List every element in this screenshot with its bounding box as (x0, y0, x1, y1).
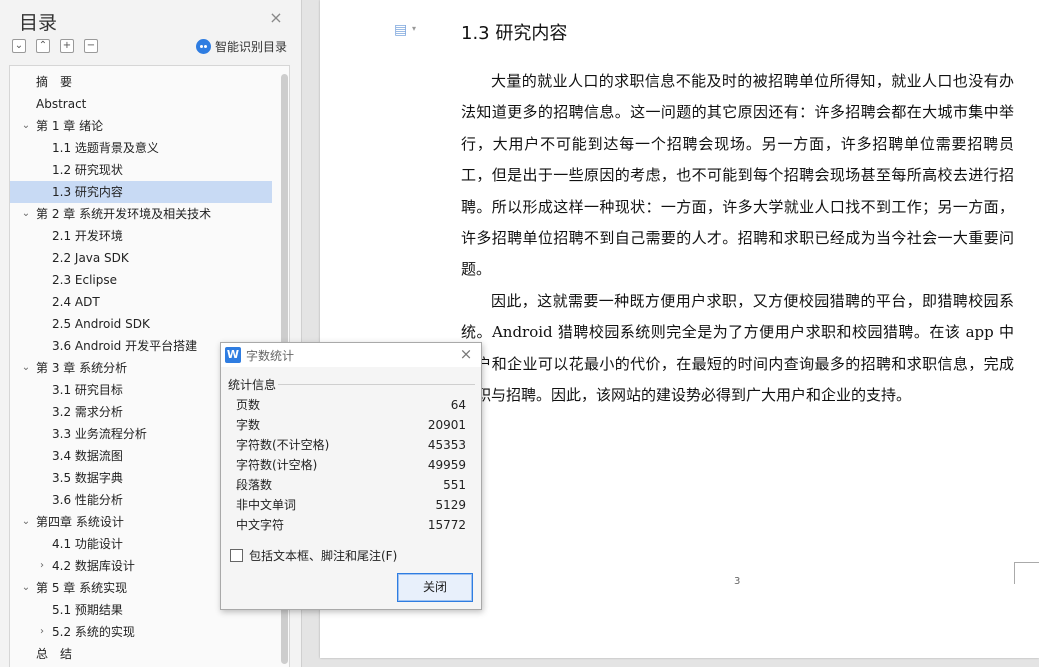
add-heading-button[interactable]: + (60, 39, 74, 53)
toc-item[interactable]: ⌄ 第 1 章 绪论 (10, 115, 272, 137)
toc-item-label: 1.2 研究现状 (52, 163, 123, 177)
toc-item-label: 3.2 需求分析 (52, 405, 123, 419)
toc-item-label: 2.5 Android SDK (52, 317, 150, 331)
stat-label: 字符数(不计空格) (236, 438, 330, 452)
chevron-right-icon[interactable]: › (36, 621, 48, 643)
toc-toolbar: ⌄ ⌃ + − (12, 39, 98, 53)
stat-row: 字数 20901 (236, 415, 466, 435)
stat-row: 段落数 551 (236, 475, 466, 495)
toc-item-label: 3.5 数据字典 (52, 471, 123, 485)
include-textbox-footnote-option[interactable]: 包括文本框、脚注和尾注(F) (230, 547, 397, 564)
close-pane-icon[interactable]: × (268, 10, 284, 26)
toc-item-label: 第 1 章 绪论 (36, 119, 104, 133)
chevron-down-icon[interactable]: ⌄ (20, 203, 32, 225)
stat-value: 45353 (427, 438, 466, 452)
smart-toc-button[interactable]: 智能识别目录 (196, 38, 287, 55)
smart-toc-label: 智能识别目录 (215, 40, 288, 54)
collapse-all-button[interactable]: ⌄ (12, 39, 26, 53)
dialog-close-icon[interactable]: × (458, 346, 474, 362)
toc-item-label: 3.1 研究目标 (52, 383, 123, 397)
toc-item-label: 摘 要 (36, 75, 73, 89)
toc-item-label: 5.1 预期结果 (52, 603, 123, 617)
stat-row: 中文字符 15772 (236, 515, 466, 535)
toc-item[interactable]: 1.2 研究现状 (10, 159, 272, 181)
toc-item[interactable]: 2.5 Android SDK (10, 313, 272, 335)
toc-item-label: 2.3 Eclipse (52, 273, 117, 287)
body-paragraph: 大量的就业人口的求职信息不能及时的被招聘单位所得知，就业人口也没有办法知道更多的… (461, 72, 1014, 279)
chevron-right-icon[interactable]: › (36, 555, 48, 577)
chevron-down-icon[interactable]: ⌄ (20, 115, 32, 137)
toc-item[interactable]: 2.2 Java SDK (10, 247, 272, 269)
toc-item[interactable]: › 5.2 系统的实现 (10, 621, 272, 643)
toc-item-label: Abstract (36, 97, 87, 111)
toc-item[interactable]: 1.1 选题背景及意义 (10, 137, 272, 159)
stat-row: 字符数(计空格) 49959 (236, 455, 466, 475)
expand-all-button[interactable]: ⌃ (36, 39, 50, 53)
toc-item[interactable]: 摘 要 (10, 71, 272, 93)
group-divider (278, 384, 475, 385)
toc-item[interactable]: 2.3 Eclipse (10, 269, 272, 291)
paragraph-format-icon[interactable]: ▤ (394, 22, 407, 38)
toc-item-label: 1.1 选题背景及意义 (52, 141, 159, 155)
toc-item-label: 2.2 Java SDK (52, 251, 129, 265)
toc-item-label: 5.2 系统的实现 (52, 625, 135, 639)
stat-label: 段落数 (236, 478, 273, 492)
toc-item[interactable]: 2.1 开发环境 (10, 225, 272, 247)
stat-label: 字符数(计空格) (236, 458, 318, 472)
close-dialog-button[interactable]: 关闭 (397, 573, 473, 602)
stat-label: 中文字符 (236, 518, 285, 532)
document-body: 大量的就业人口的求职信息不能及时的被招聘单位所得知，就业人口也没有办法知道更多的… (461, 66, 1014, 411)
chevron-down-icon[interactable]: ⌄ (20, 511, 32, 533)
toc-item[interactable]: Abstract (10, 93, 272, 115)
page-number: 3 (734, 576, 741, 587)
toc-item-label: 2.1 开发环境 (52, 229, 123, 243)
stat-value: 20901 (427, 418, 466, 432)
dialog-titlebar[interactable]: W 字数统计 × (221, 343, 481, 367)
toc-item-label: 总 结 (36, 647, 73, 661)
toc-item-label: 2.4 ADT (52, 295, 100, 309)
chevron-down-icon[interactable]: ▾ (412, 24, 416, 33)
toc-item[interactable]: 2.4 ADT (10, 291, 272, 313)
chevron-down-icon[interactable]: ⌄ (20, 577, 32, 599)
remove-heading-button[interactable]: − (84, 39, 98, 53)
stats-group-label: 统计信息 (228, 378, 277, 392)
stat-row: 非中文单词 5129 (236, 495, 466, 515)
stat-label: 非中文单词 (236, 498, 297, 512)
toc-item-label: 3.6 性能分析 (52, 493, 123, 507)
stat-value: 49959 (427, 458, 466, 472)
toc-item-label: 第 3 章 系统分析 (36, 361, 128, 375)
stat-value: 551 (443, 478, 466, 492)
wps-writer-icon: W (225, 347, 241, 363)
stat-row: 页数 64 (236, 395, 466, 415)
toc-item-label: 4.1 功能设计 (52, 537, 123, 551)
stat-label: 字数 (236, 418, 261, 432)
toc-item-label: 3.4 数据流图 (52, 449, 123, 463)
stat-label: 页数 (236, 398, 261, 412)
toc-item[interactable]: ⌄ 第 2 章 系统开发环境及相关技术 (10, 203, 272, 225)
toc-item-label: 4.2 数据库设计 (52, 559, 135, 573)
stat-value: 64 (450, 398, 466, 412)
toc-item-label: 3.3 业务流程分析 (52, 427, 147, 441)
include-checkbox-label: 包括文本框、脚注和尾注(F) (249, 549, 398, 563)
stat-value: 15772 (427, 518, 466, 532)
include-checkbox[interactable] (230, 549, 243, 562)
toc-item-label: 第 2 章 系统开发环境及相关技术 (36, 207, 212, 221)
toc-item-label: 第 5 章 系统实现 (36, 581, 128, 595)
stats-table: 页数 64 字数 20901 字符数(不计空格) 45353 字符数(计空格) 49959 段落… (236, 395, 466, 535)
section-heading: 1.3 研究内容 (461, 23, 568, 44)
chevron-down-icon[interactable]: ⌄ (20, 357, 32, 379)
toc-item-label: 1.3 研究内容 (52, 185, 123, 199)
body-paragraph: 因此，这就需要一种既方便用户求职，又方便校园猎聘的平台，即猎聘校园系统。Andr… (461, 291, 1014, 405)
stat-value: 5129 (435, 498, 466, 512)
word-count-dialog: W 字数统计 × 统计信息 页数 64 字数 20901 字符数(不计空格) 45353 字… (220, 342, 482, 610)
page-corner-mark (1014, 562, 1039, 584)
ai-robot-icon (196, 39, 211, 54)
toc-item[interactable]: 总 结 (10, 643, 272, 665)
dialog-title: 字数统计 (246, 349, 295, 363)
toc-item-label: 3.6 Android 开发平台搭建 (52, 339, 198, 353)
toc-item[interactable]: 1.3 研究内容 (10, 181, 272, 203)
toc-pane-title: 目录 (19, 12, 58, 34)
stat-row: 字符数(不计空格) 45353 (236, 435, 466, 455)
toc-item-label: 第四章 系统设计 (36, 515, 124, 529)
